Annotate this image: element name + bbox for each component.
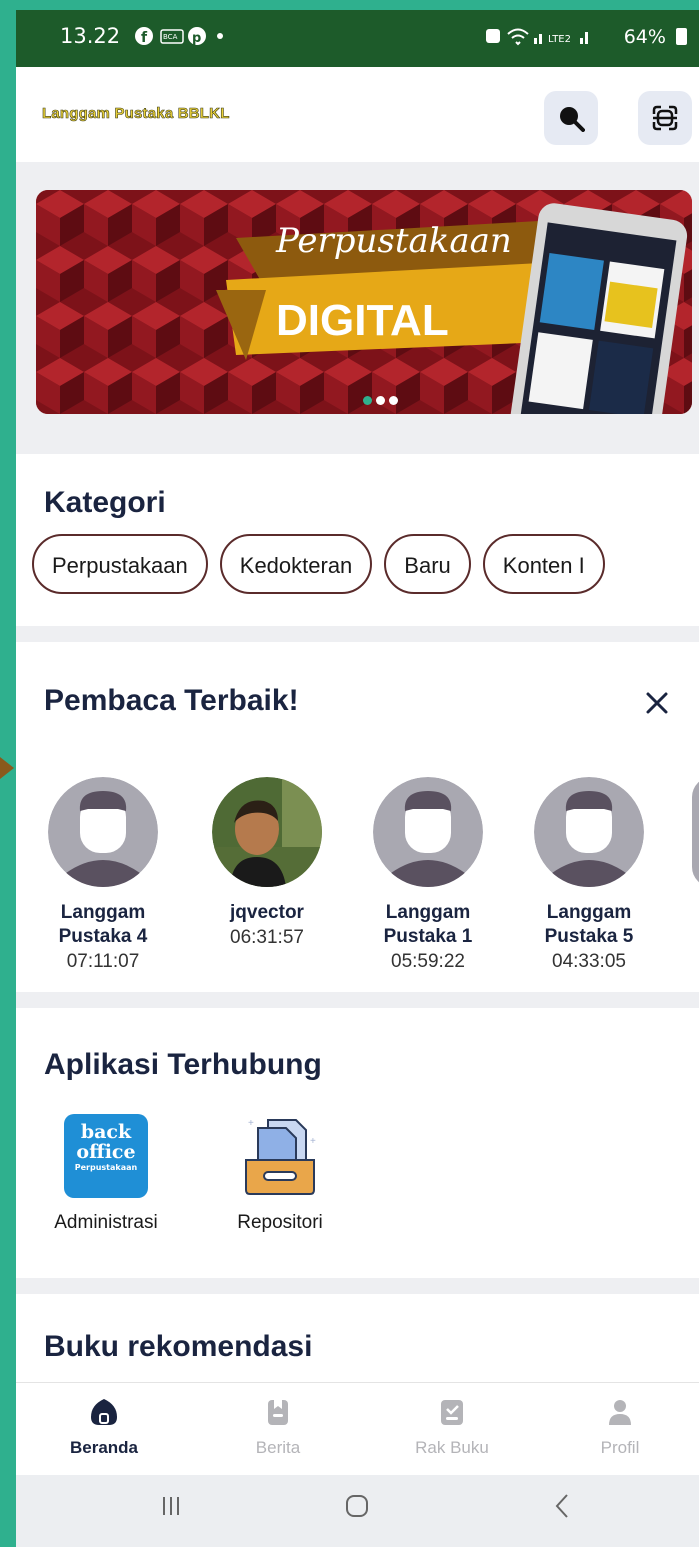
category-chip[interactable]: Konten I	[482, 534, 605, 594]
search-button[interactable]	[544, 91, 598, 145]
category-chip[interactable]: Baru	[384, 534, 471, 594]
reader-card[interactable]: Langgam Pustaka 1 05:59:22	[353, 777, 503, 975]
alarm-icon	[485, 29, 500, 43]
category-title: Kategori	[44, 486, 166, 519]
status-bar: 13.22 f BCA p LTE2 64%	[16, 10, 699, 67]
nav-profil[interactable]: Profil	[550, 1397, 690, 1458]
svg-text:p: p	[192, 31, 201, 46]
nav-label: Profil	[600, 1438, 640, 1457]
svg-text:BCA: BCA	[163, 33, 178, 41]
phone-screen: 13.22 f BCA p LTE2 64% Langgam Pustaka B…	[16, 10, 699, 1547]
reader-name: jqvector	[230, 902, 304, 923]
home-icon	[91, 1399, 117, 1425]
nav-berita[interactable]: Berita	[208, 1397, 348, 1458]
search-icon	[560, 107, 585, 132]
nav-beranda[interactable]: Beranda	[34, 1397, 174, 1458]
avatar-partial	[692, 777, 699, 887]
promo-banner[interactable]: Perpustakaan DIGITAL	[36, 190, 692, 414]
repository-icon: + +	[245, 1118, 316, 1195]
reader-time: 06:31:57	[230, 927, 304, 948]
category-section: Kategori Perpustakaan Kedokteran Baru Konte…	[16, 454, 699, 626]
bookshelf-icon	[441, 1400, 463, 1425]
app-repositori[interactable]: + + Repositori	[200, 1114, 360, 1234]
banner-area: Perpustakaan DIGITAL	[16, 162, 699, 442]
profile-icon	[609, 1400, 631, 1425]
dot-icon	[217, 33, 223, 39]
wifi-icon	[507, 28, 529, 46]
status-time: 13.22	[60, 24, 121, 48]
reader-name: Langgam Pustaka 4	[58, 902, 148, 947]
reader-name: Langgam Pustaka 1	[383, 902, 473, 947]
avatar	[48, 777, 158, 887]
back-button[interactable]	[548, 1491, 578, 1526]
home-button[interactable]	[342, 1491, 372, 1526]
svg-text:f: f	[141, 30, 148, 46]
news-icon	[268, 1400, 288, 1425]
connected-apps-section: Aplikasi Terhubung back office Perpustak…	[16, 1008, 699, 1278]
system-navigation-bar	[16, 1475, 699, 1547]
top-readers-title: Pembaca Terbaik!	[44, 684, 299, 717]
svg-text:+: +	[310, 1136, 316, 1147]
app-bar: Langgam Pustaka BBLKL	[16, 67, 699, 162]
svg-text:+: +	[248, 1118, 254, 1129]
nav-rak-buku[interactable]: Rak Buku	[382, 1397, 522, 1458]
back-icon	[555, 1494, 568, 1518]
category-chip[interactable]: Perpustakaan	[32, 534, 208, 594]
signal-icon	[533, 38, 537, 44]
carousel-dot[interactable]	[389, 396, 398, 405]
reader-time: 05:59:22	[391, 951, 465, 972]
bottom-navigation: Beranda Berita Rak Buku Profil	[16, 1382, 699, 1476]
carousel-indicator	[363, 392, 402, 410]
category-chip-list: Perpustakaan Kedokteran Baru Konten I	[32, 534, 617, 594]
reader-card[interactable]: jqvector 06:31:57	[192, 777, 342, 951]
reader-name: Langgam Pustaka 5	[544, 902, 634, 947]
avatar	[534, 777, 644, 887]
app-label: Repositori	[237, 1212, 323, 1233]
reader-card[interactable]: Langgam Pustaka 5 04:33:05	[514, 777, 664, 975]
pointer-arrow-marker	[0, 757, 14, 779]
scan-button[interactable]	[638, 91, 692, 145]
system-icons: LTE2 64%	[484, 24, 687, 48]
reader-time: 04:33:05	[552, 951, 626, 972]
top-readers-section: Pembaca Terbaik! Langgam Pustaka 4 07:11:…	[16, 642, 699, 992]
home-nav-icon	[346, 1495, 368, 1517]
reader-card[interactable]: Langgam Pustaka 4 07:11:07	[28, 777, 178, 975]
avatar	[373, 777, 483, 887]
nav-label: Rak Buku	[415, 1438, 489, 1457]
banner-script-text: Perpustakaan	[275, 221, 512, 261]
category-chip[interactable]: Kedokteran	[219, 534, 373, 594]
app-label: Administrasi	[54, 1212, 158, 1233]
nav-label: Beranda	[69, 1438, 139, 1457]
close-icon[interactable]	[644, 690, 670, 716]
battery-icon	[676, 28, 687, 45]
backoffice-logo-icon: back office Perpustakaan	[64, 1114, 148, 1198]
recommended-books-title: Buku rekomendasi	[44, 1330, 313, 1363]
recents-button[interactable]	[156, 1491, 186, 1526]
nav-label: Berita	[255, 1438, 301, 1457]
carousel-dot[interactable]	[363, 396, 372, 405]
recents-icon	[163, 1497, 179, 1515]
battery-percent: 64%	[623, 26, 666, 48]
banner-main-text: DIGITAL	[276, 296, 449, 345]
notification-icons: f BCA p	[134, 24, 230, 53]
app-title: Langgam Pustaka BBLKL	[42, 105, 230, 123]
app-administrasi[interactable]: back office Perpustakaan Administrasi	[26, 1114, 186, 1234]
connected-apps-title: Aplikasi Terhubung	[44, 1048, 322, 1081]
svg-text:LTE2: LTE2	[548, 34, 571, 45]
scan-icon	[652, 105, 678, 131]
avatar	[212, 777, 322, 887]
reader-time: 07:11:07	[66, 951, 140, 972]
carousel-dot[interactable]	[376, 396, 385, 405]
